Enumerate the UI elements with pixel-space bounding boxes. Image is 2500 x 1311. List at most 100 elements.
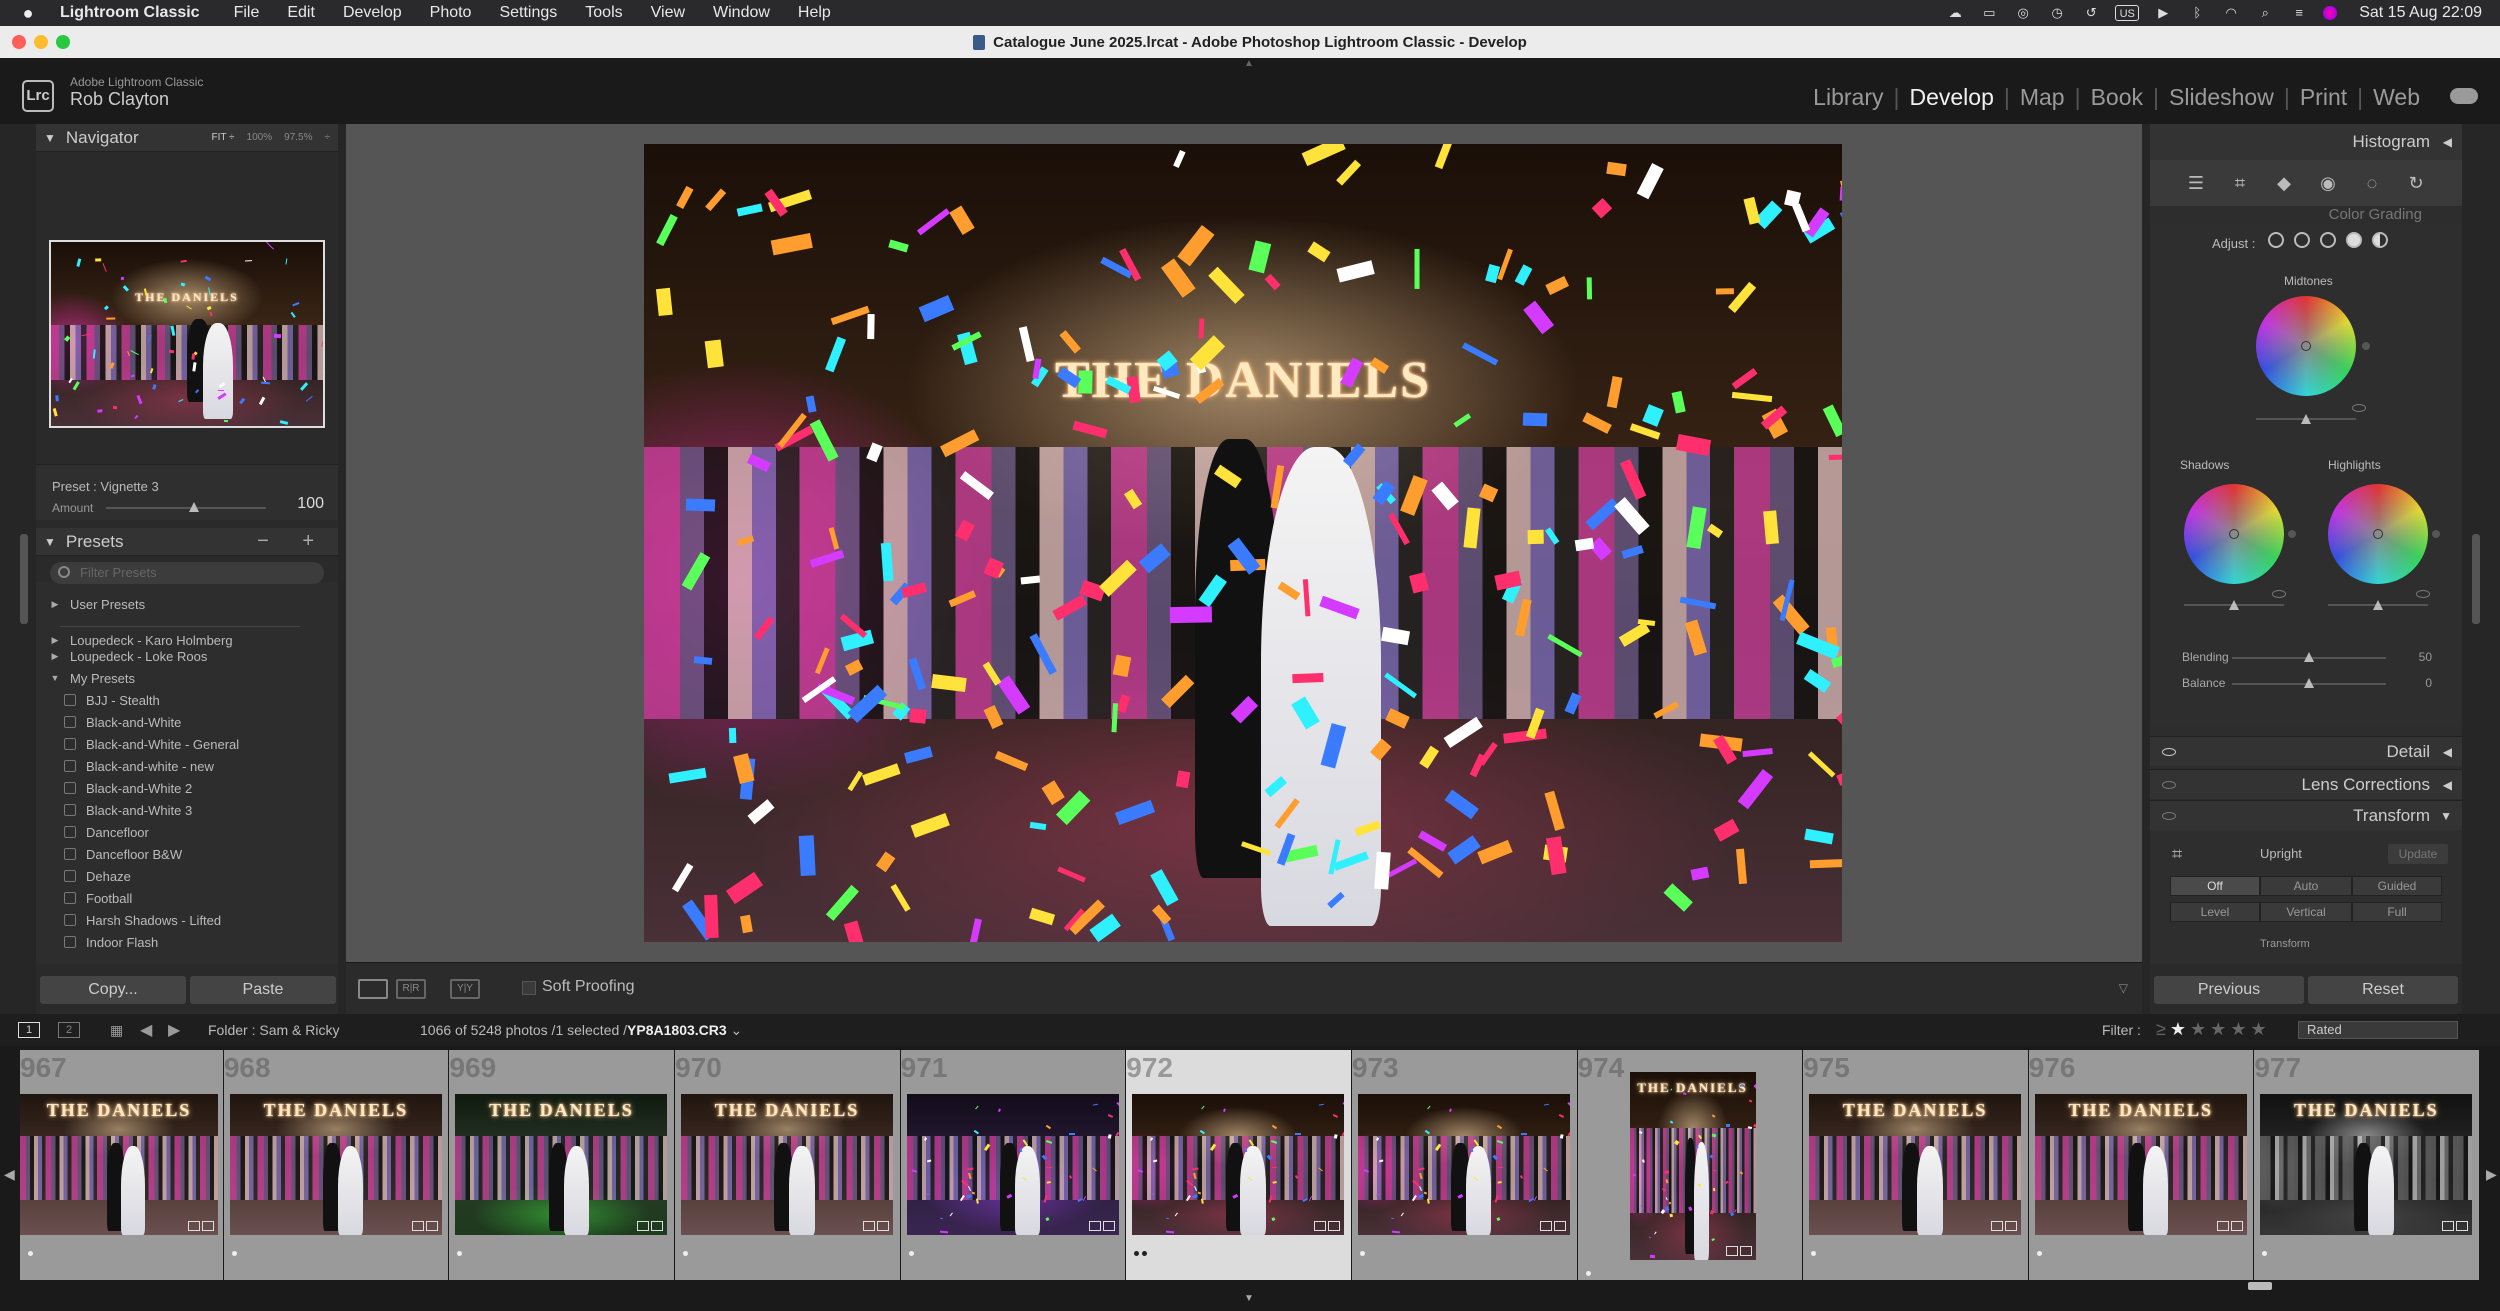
module-library[interactable]: Library (1803, 84, 1893, 111)
minimize-window-button[interactable] (34, 35, 48, 49)
compare-view-button[interactable]: Y|Y (450, 979, 480, 999)
crop-icon[interactable]: ⌗ (2230, 173, 2250, 193)
develop-adjustments-badge-icon[interactable] (202, 1221, 214, 1231)
slider-knob[interactable] (2304, 678, 2314, 688)
toolbar-content-dropdown-icon[interactable]: ▽ (2119, 981, 2128, 995)
collapsed-triangle-icon[interactable]: ▶ (50, 651, 60, 662)
develop-adjustments-badge-icon[interactable] (877, 1221, 890, 1231)
preset-item[interactable]: Dancefloor B&W (64, 844, 182, 864)
frame-thumbnail[interactable] (1357, 1094, 1570, 1235)
crop-badge-icon[interactable] (188, 1221, 200, 1231)
slider-knob[interactable] (2229, 600, 2239, 610)
frame-thumbnail[interactable]: THE DANIELS (2034, 1094, 2247, 1235)
upright-off-button[interactable]: Off (2170, 876, 2260, 896)
transform-section-header[interactable]: Transform ▼ (2150, 800, 2462, 830)
midtones-luminance-dot[interactable] (2362, 342, 2370, 350)
presets-header[interactable]: ▼ Presets − + (36, 528, 338, 556)
app-menu[interactable]: Lightroom Classic (60, 4, 200, 22)
menu-window[interactable]: Window (713, 4, 770, 22)
navigator-thumbnail[interactable]: THE DANIELS (49, 240, 325, 428)
filmstrip-frame[interactable]: 969 THE DANIELS (449, 1050, 675, 1280)
time-machine-icon[interactable]: ↺ (2081, 5, 2101, 21)
star-icons[interactable]: ★★★★★ (2170, 1019, 2271, 1039)
wheel-handle[interactable] (2301, 341, 2311, 351)
crop-badge-icon[interactable] (637, 1221, 650, 1231)
left-panel-toggle-handle[interactable] (20, 534, 28, 624)
menu-help[interactable]: Help (798, 4, 831, 22)
creative-cloud-icon[interactable]: ☁ (1945, 5, 1965, 21)
amount-slider-knob[interactable] (189, 502, 199, 512)
main-photo[interactable]: THE DANIELS (644, 144, 1842, 942)
loupe-view[interactable]: THE DANIELS (346, 124, 2142, 962)
wheel-handle[interactable] (2229, 529, 2239, 539)
wifi-icon[interactable]: ◠ (2221, 5, 2241, 21)
zoom-more-option[interactable]: ÷ (325, 132, 331, 143)
filmstrip-frame[interactable]: 976 THE DANIELS (2028, 1050, 2254, 1280)
preset-item[interactable]: Black-and-White (64, 712, 181, 732)
crop-badge-icon[interactable] (1725, 1246, 1738, 1256)
develop-adjustments-badge-icon[interactable] (2005, 1221, 2018, 1231)
soft-proofing-checkbox[interactable] (522, 981, 536, 995)
control-center-icon[interactable]: ≡ (2289, 5, 2309, 21)
preset-item[interactable]: Football (64, 888, 132, 908)
shadows-luminance-dot[interactable] (2288, 530, 2296, 538)
preset-group[interactable]: ▶ Loupedeck - Loke Roos (50, 646, 208, 666)
crop-badge-icon[interactable] (2216, 1221, 2229, 1231)
eye-icon[interactable] (2272, 590, 2286, 598)
back-arrow-icon[interactable]: ◀ (140, 1020, 152, 1040)
lens-corrections-section-header[interactable]: Lens Corrections ◀ (2150, 769, 2462, 799)
preset-item[interactable]: Dancefloor (64, 822, 149, 842)
preset-item[interactable]: BJJ - Stealth (64, 690, 160, 710)
filmstrip-frame[interactable]: 970 THE DANIELS (675, 1050, 900, 1280)
preset-item[interactable]: Black-and-white - new (64, 756, 214, 776)
close-window-button[interactable] (12, 35, 26, 49)
rating-operator[interactable]: ≥ (2156, 1019, 2170, 1039)
slider-knob[interactable] (2301, 414, 2311, 424)
preset-item[interactable]: Indoor Flash (64, 932, 158, 952)
star-icon[interactable]: ★ (2230, 1019, 2250, 1039)
detail-section-header[interactable]: Detail ◀ (2150, 736, 2462, 766)
upright-update-button[interactable]: Update (2388, 844, 2448, 864)
preset-item[interactable]: Harsh Shadows - Lifted (64, 910, 221, 930)
spotlight-search-icon[interactable]: ⌕ (2255, 5, 2275, 21)
eye-icon[interactable] (2416, 590, 2430, 598)
global-view-icon[interactable] (2372, 232, 2388, 248)
star-icon[interactable]: ★ (2210, 1019, 2230, 1039)
shadows-view-icon[interactable] (2294, 232, 2310, 248)
eye-icon[interactable] (2162, 812, 2176, 820)
preset-item[interactable]: Black-and-White - General (64, 734, 239, 754)
shadows-color-wheel[interactable] (2184, 484, 2284, 584)
bluetooth-icon[interactable]: ᛒ (2187, 5, 2207, 21)
frame-thumbnail[interactable]: THE DANIELS (20, 1094, 218, 1235)
hide-top-panel-icon[interactable]: ▲ (1244, 58, 1254, 69)
frame-thumbnail[interactable]: THE DANIELS (455, 1094, 668, 1235)
apple-menu-icon[interactable]: ● (18, 3, 38, 23)
slider-knob[interactable] (2373, 600, 2383, 610)
play-icon[interactable]: ▶ (2153, 5, 2173, 21)
frame-thumbnail[interactable] (1132, 1094, 1345, 1235)
filmstrip-frame[interactable]: 968 THE DANIELS (223, 1050, 449, 1280)
edit-sliders-icon[interactable]: ☰ (2186, 173, 2206, 193)
crop-badge-icon[interactable] (1539, 1221, 1552, 1231)
presets-add-remove[interactable]: − + (257, 530, 328, 553)
eye-icon[interactable] (2162, 748, 2176, 756)
develop-adjustments-badge-icon[interactable] (1739, 1246, 1752, 1256)
frame-thumbnail[interactable]: THE DANIELS (1809, 1094, 2022, 1235)
develop-adjustments-badge-icon[interactable] (2456, 1221, 2469, 1231)
sync-icon[interactable]: ◎ (2013, 5, 2033, 21)
module-map[interactable]: Map (2010, 84, 2075, 111)
develop-adjustments-badge-icon[interactable] (2230, 1221, 2243, 1231)
highlights-color-wheel[interactable] (2328, 484, 2428, 584)
rating-filter[interactable]: ≥★★★★★ (2156, 1019, 2271, 1040)
module-web[interactable]: Web (2363, 84, 2430, 111)
collapsed-triangle-icon[interactable]: ▶ (50, 599, 60, 610)
collapsed-triangle-icon[interactable]: ▶ (50, 635, 60, 646)
midtones-color-wheel[interactable] (2256, 296, 2356, 396)
menu-photo[interactable]: Photo (430, 4, 472, 22)
siri-icon[interactable] (2323, 6, 2338, 20)
filmstrip-scroll-left-icon[interactable]: ◀ (4, 1166, 15, 1183)
module-print[interactable]: Print (2290, 84, 2357, 111)
loupe-view-button[interactable] (358, 979, 388, 999)
photo-count[interactable]: 1066 of 5248 photos /1 selected /YP8A180… (420, 1022, 742, 1039)
presets-search-input[interactable]: Filter Presets (50, 562, 324, 584)
